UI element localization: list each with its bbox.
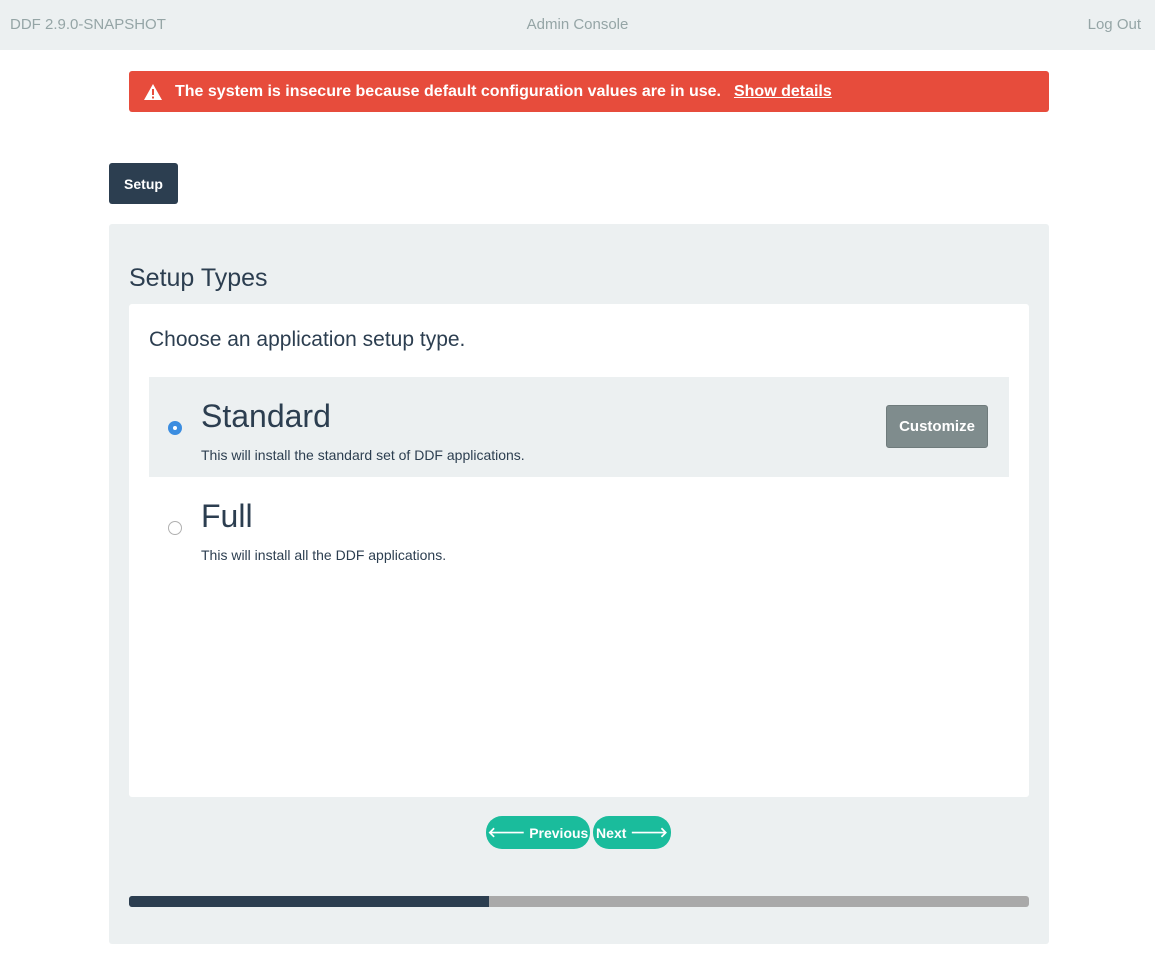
show-details-link[interactable]: Show details (734, 83, 832, 101)
option-full[interactable]: Full This will install all the DDF appli… (149, 477, 1009, 577)
option-full-name: Full (201, 498, 253, 534)
page-title: Admin Console (526, 16, 629, 33)
arrow-right-icon: 🡒 (630, 824, 668, 840)
setup-prompt: Choose an application setup type. (149, 328, 466, 351)
option-standard-description: This will install the standard set of DD… (201, 447, 525, 463)
alert-message: The system is insecure because default c… (175, 82, 721, 100)
arrow-left-icon: 🡐 (487, 824, 526, 840)
customize-button[interactable]: Customize (886, 405, 988, 448)
previous-button[interactable]: 🡐 Previous (486, 816, 590, 849)
next-label: Next (596, 824, 627, 841)
wizard-progress-bar (129, 896, 1029, 907)
option-standard-name: Standard (201, 398, 331, 434)
previous-label: Previous (529, 824, 589, 841)
setup-types-heading: Setup Types (129, 264, 268, 292)
next-button[interactable]: Next 🡒 (593, 816, 671, 849)
option-full-description: This will install all the DDF applicatio… (201, 547, 447, 563)
setup-type-card: Choose an application setup type. Standa… (129, 304, 1029, 797)
radio-standard[interactable] (168, 421, 182, 435)
option-standard[interactable]: Standard This will install the standard … (149, 377, 1009, 477)
top-navbar: DDF 2.9.0-SNAPSHOT Admin Console Log Out (0, 0, 1155, 50)
insecure-alert: The system is insecure because default c… (129, 71, 1049, 112)
setup-panel: Setup Types Choose an application setup … (109, 224, 1049, 944)
warning-triangle-icon (143, 83, 163, 101)
logout-link[interactable]: Log Out (1088, 16, 1141, 33)
radio-full[interactable] (168, 521, 182, 535)
tab-setup[interactable]: Setup (109, 163, 178, 204)
wizard-progress-fill (129, 896, 489, 907)
